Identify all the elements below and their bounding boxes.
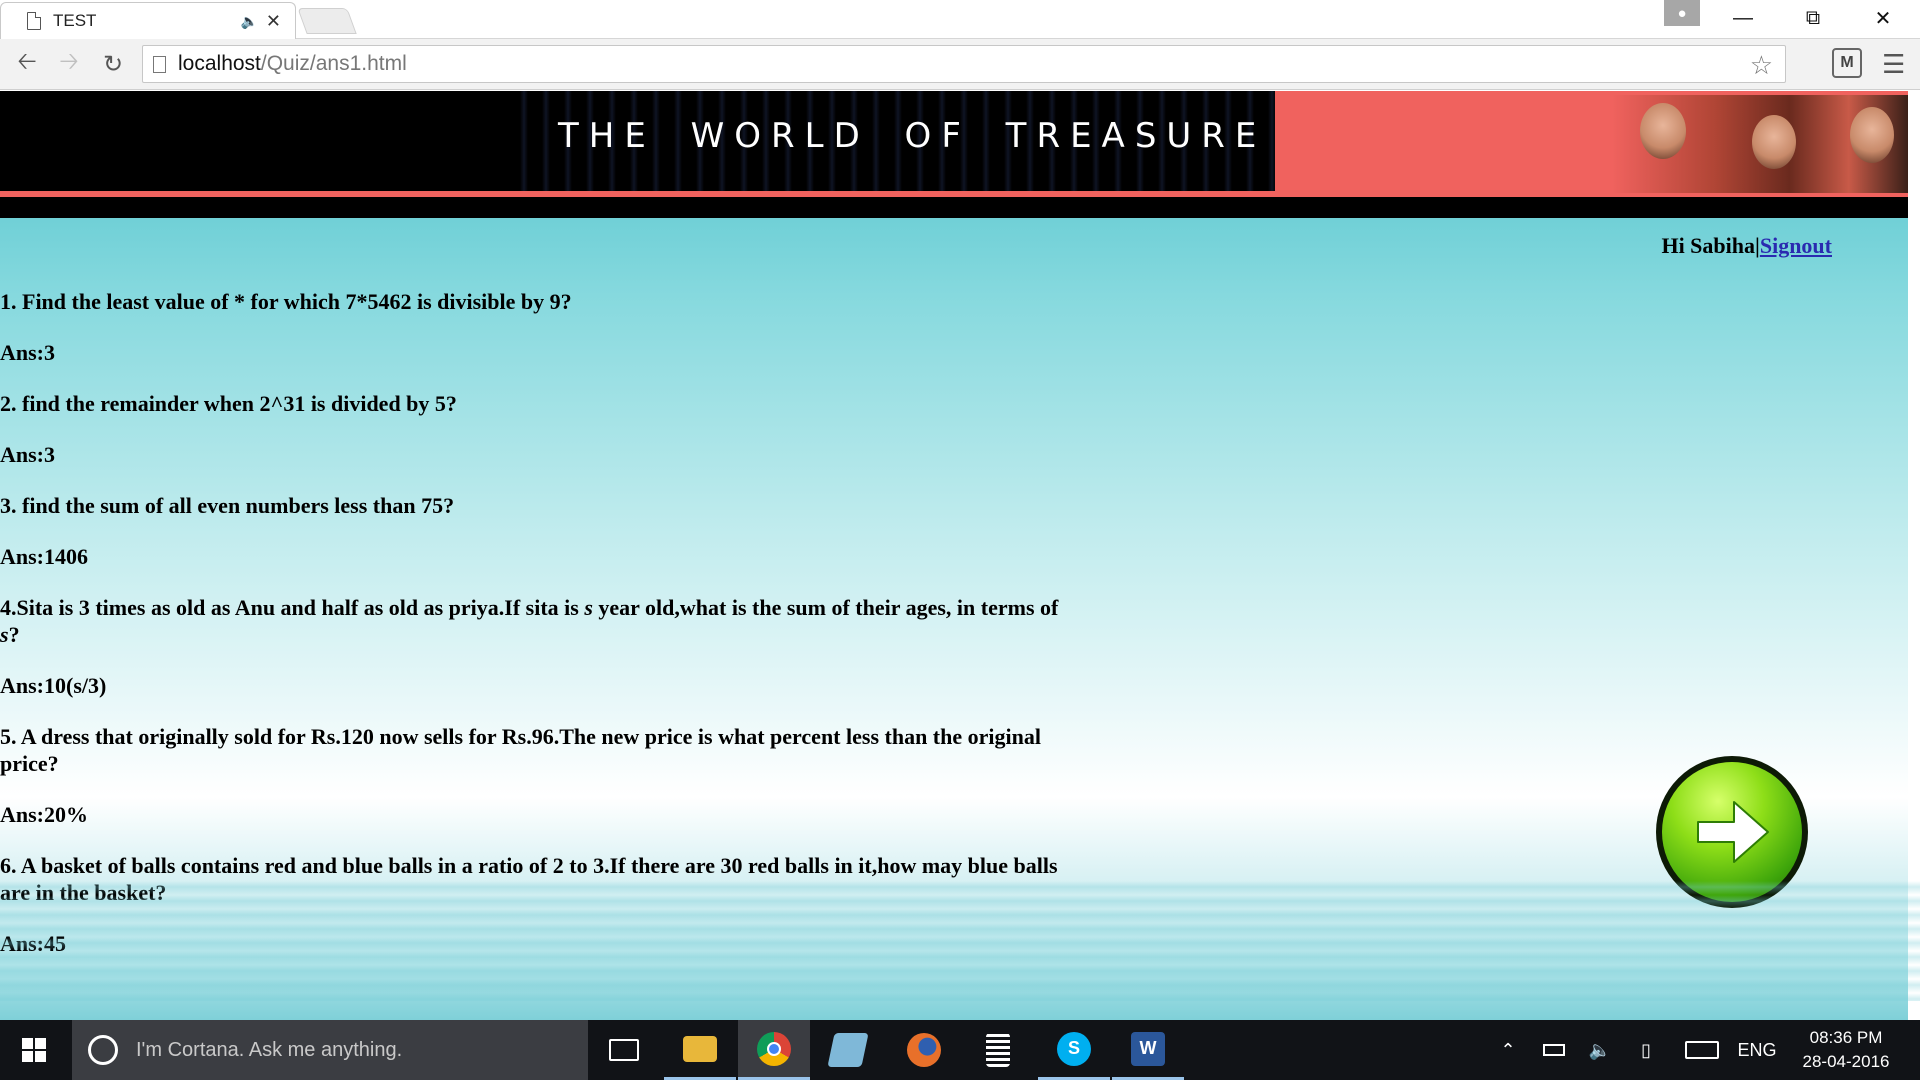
new-tab-button[interactable] [297,8,357,34]
menu-icon[interactable]: ☰ [1882,49,1905,80]
calculator-button[interactable] [962,1020,1034,1080]
question-5: 5. A dress that originally sold for Rs.1… [0,724,1041,776]
firefox-button[interactable] [888,1020,960,1080]
answer-5: Ans:20% [0,802,89,827]
variable-s: s [584,595,593,620]
volume-icon[interactable]: 🔈 [1584,1020,1616,1080]
battery-icon[interactable] [1538,1020,1570,1080]
tab-title: TEST [53,11,97,30]
profile-icon[interactable]: ● [1664,0,1700,26]
site-title: THE WORLD OF TREASURE [558,116,1267,156]
calculator-icon [986,1033,1010,1067]
skype-button[interactable]: S [1038,1020,1110,1080]
banner-black-bar [0,197,1908,218]
question-2: 2. find the remainder when 2^31 is divid… [0,391,457,416]
folder-icon [683,1035,717,1062]
question-1: 1. Find the least value of * for which 7… [0,289,572,314]
chevron-up-icon[interactable]: ⌃ [1492,1020,1524,1080]
next-button[interactable] [1656,756,1808,908]
clock-time: 08:36 PM [1809,1028,1883,1047]
answer-4: Ans:10(s/3) [0,673,107,698]
notepad-button[interactable] [812,1020,884,1080]
task-view-button[interactable] [588,1020,660,1080]
banner-photo [1612,95,1908,193]
chrome-button[interactable] [738,1020,810,1080]
greeting-text: Hi Sabiha| [1661,233,1760,258]
cortana-placeholder: I'm Cortana. Ask me anything. [136,1038,403,1061]
firefox-icon [907,1033,941,1067]
question-3: 3. find the sum of all even numbers less… [0,493,455,518]
bookmark-star-icon[interactable]: ☆ [1750,50,1773,81]
person-image [1752,115,1796,169]
minimize-button[interactable]: — [1708,0,1778,36]
url-path: /Quiz/ans1.html [260,52,407,75]
scrollbar-track[interactable] [1908,91,1920,1020]
browser-tab[interactable]: TEST 🔈 ✕ [0,2,296,39]
answer-1: Ans:3 [0,340,56,365]
question-4-part: year old,what is the sum of their ages, … [592,595,1059,620]
language-indicator[interactable]: ENG [1734,1020,1780,1080]
back-arrow-icon[interactable]: 🡠 [12,48,42,79]
arrow-glyph [1697,801,1769,863]
word-icon: W [1131,1031,1165,1066]
person-image [1850,107,1894,163]
address-bar[interactable]: localhost/Quiz/ans1.html ☆ [142,45,1786,83]
answer-3: Ans:1406 [0,544,89,569]
restore-button[interactable]: ⧉ [1778,0,1848,36]
answer-6: Ans:45 [0,931,67,956]
url-host: localhost [178,52,261,75]
taskbar-clock[interactable]: 08:36 PM 28-04-2016 [1786,1026,1906,1074]
keyboard-icon[interactable] [1680,1020,1724,1080]
browser-tab-bar: TEST 🔈 ✕ ● — ⧉ ✕ [0,0,1920,39]
forward-arrow-icon[interactable]: 🡢 [54,48,84,79]
answer-2: Ans:3 [0,442,56,467]
site-banner: THE WORLD OF TREASURE [0,91,1908,197]
question-4-part: ? [8,622,20,647]
variable-s: s [0,622,9,647]
action-center-icon[interactable]: ▯ [1630,1020,1662,1080]
page-icon [27,12,41,30]
task-view-icon [609,1039,639,1061]
speaker-icon[interactable]: 🔈 [240,13,257,30]
windows-logo-icon[interactable] [22,1038,46,1067]
windows-taskbar: I'm Cortana. Ask me anything. S W ⌃ 🔈 ▯ … [0,1020,1920,1080]
page-icon [153,55,166,73]
web-page: THE WORLD OF TREASURE Hi Sabiha|Signout … [0,91,1920,1020]
extension-icon[interactable]: M [1832,48,1862,78]
word-button[interactable]: W [1112,1020,1184,1080]
person-image [1640,103,1686,159]
user-greeting: Hi Sabiha|Signout [1661,233,1832,259]
close-tab-icon[interactable]: ✕ [266,11,281,32]
skype-icon: S [1057,1031,1091,1066]
close-window-button[interactable]: ✕ [1848,0,1918,36]
green-arrow-right-icon [1662,762,1802,902]
notepad-icon [827,1033,869,1067]
cortana-search-box[interactable]: I'm Cortana. Ask me anything. [72,1020,588,1080]
browser-toolbar: 🡠 🡢 ↻ localhost/Quiz/ans1.html ☆ M ☰ [0,39,1920,90]
file-explorer-button[interactable] [664,1020,736,1080]
question-4-part: 4.Sita is 3 times as old as Anu and half… [0,595,585,620]
clock-date: 28-04-2016 [1802,1052,1890,1071]
cortana-icon [88,1035,118,1065]
signout-link[interactable]: Signout [1760,233,1832,258]
chrome-icon [757,1031,791,1066]
question-6: 6. A basket of balls contains red and bl… [0,853,1058,905]
reload-icon[interactable]: ↻ [98,49,128,79]
question-4: 4.Sita is 3 times as old as Anu and half… [0,594,1060,648]
